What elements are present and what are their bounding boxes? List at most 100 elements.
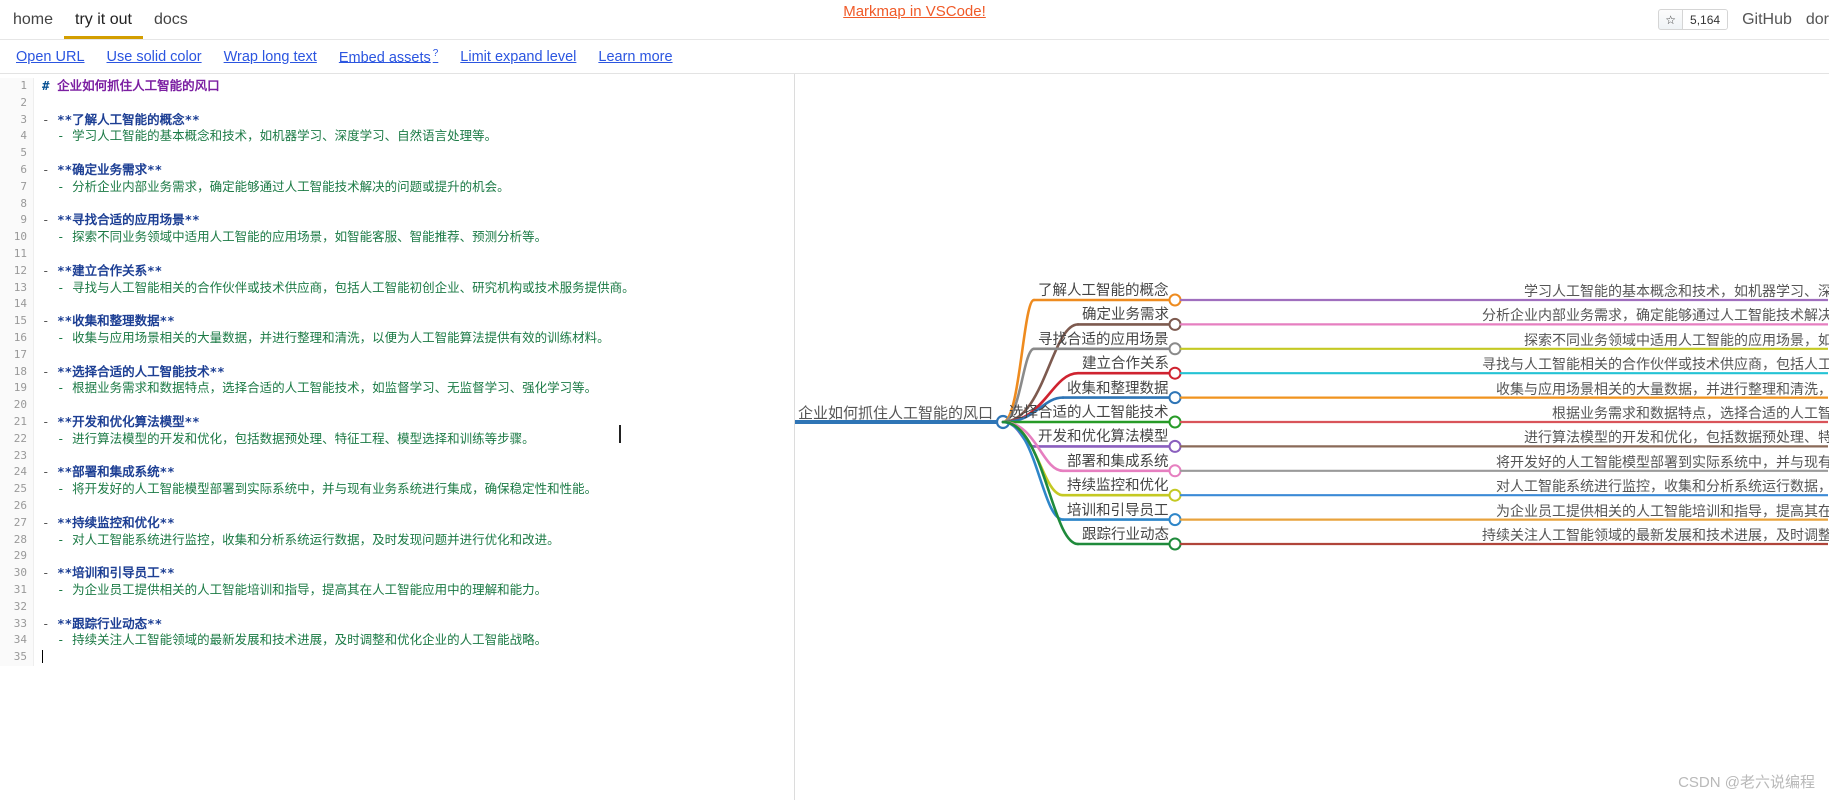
editor-line[interactable]: 9- **寻找合适的应用场景** xyxy=(0,212,794,230)
mindmap-node-level1[interactable]: 部署和集成系统 xyxy=(1067,455,1169,470)
nav-item-donate[interactable]: dor xyxy=(1806,11,1829,29)
mindmap-node-level1[interactable]: 持续监控和优化 xyxy=(1067,479,1169,494)
code-token: - xyxy=(42,161,58,177)
editor-line[interactable]: 20 xyxy=(0,397,794,414)
line-content xyxy=(34,448,794,465)
code-token: - 进行算法模型的开发和优化，包括数据预处理、特征工程、模型选择和训练等步骤。 xyxy=(42,430,535,446)
nav-item-github[interactable]: GitHub xyxy=(1742,11,1792,29)
line-number: 29 xyxy=(0,548,34,566)
nav-item-try-it-out[interactable]: try it out xyxy=(64,0,143,39)
editor-line[interactable]: 13 - 寻找与人工智能相关的合作伙伴或技术供应商，包括人工智能初创企业、研究机… xyxy=(0,279,794,297)
mindmap-preview[interactable]: 企业如何抓住人工智能的风口 了解人工智能的概念 学习人工智能的基本概念和技术，如机器… xyxy=(795,74,1829,800)
editor-line[interactable]: 15- **收集和整理数据** xyxy=(0,313,794,330)
editor-line[interactable]: 30- **培训和引导员工** xyxy=(0,565,794,582)
editor-line[interactable]: 35 xyxy=(0,649,794,666)
mindmap-node-level2[interactable]: 将开发好的人工智能模型部署到实际系统中，并与现有 xyxy=(1496,455,1829,469)
editor-line[interactable]: 28 - 对人工智能系统进行监控，收集和分析系统运行数据，及时发现问题并进行优化… xyxy=(0,531,794,549)
editor-line[interactable]: 27- **持续监控和优化** xyxy=(0,514,794,532)
editor-line[interactable]: 31 - 为企业员工提供相关的人工智能培训和指导，提高其在人工智能应用中的理解和… xyxy=(0,581,794,599)
code-token: **培训和引导员工** xyxy=(57,565,175,581)
editor-line[interactable]: 33- **跟踪行业动态** xyxy=(0,615,794,633)
editor-line[interactable]: 19 - 根据业务需求和数据特点，选择合适的人工智能技术，如监督学习、无监督学习… xyxy=(0,380,794,398)
editor-line[interactable]: 22 - 进行算法模型的开发和优化，包括数据预处理、特征工程、模型选择和训练等步… xyxy=(0,430,794,448)
line-number: 22 xyxy=(0,430,34,448)
open-url-button[interactable]: Open URL xyxy=(16,49,85,65)
embed-assets-button[interactable]: Embed assets? xyxy=(339,48,438,66)
editor-line[interactable]: 34 - 持续关注人工智能领域的最新发展和技术进展，及时调整和优化企业的人工智能… xyxy=(0,632,794,650)
mindmap-node-level1[interactable]: 开发和优化算法模型 xyxy=(1038,430,1169,445)
mindmap-node-level1[interactable]: 培训和引导员工 xyxy=(1067,504,1169,519)
editor-line[interactable]: 25 - 将开发好的人工智能模型部署到实际系统中，并与现有业务系统进行集成，确保… xyxy=(0,481,794,498)
mindmap-node-level2[interactable]: 寻找与人工智能相关的合作伙伴或技术供应商，包括人工 xyxy=(1482,357,1829,371)
code-token: - xyxy=(42,514,58,530)
wrap-long-text-button[interactable]: Wrap long text xyxy=(224,49,317,65)
editor-line[interactable]: 5 xyxy=(0,145,794,162)
mindmap-node-level2[interactable]: 进行算法模型的开发和优化，包括数据预处理、特 xyxy=(1524,430,1829,444)
mindmap-node-level2[interactable]: 探索不同业务领域中适用人工智能的应用场景，如 xyxy=(1524,333,1829,347)
mindmap-root-label[interactable]: 企业如何抓住人工智能的风口 xyxy=(798,406,993,421)
limit-expand-level-button[interactable]: Limit expand level xyxy=(460,49,576,65)
top-navigation-bar: home try it out docs Markmap in VSCode! … xyxy=(0,0,1829,40)
use-solid-color-button[interactable]: Use solid color xyxy=(107,49,202,65)
line-content xyxy=(34,95,794,112)
line-content xyxy=(34,548,794,565)
mindmap-node-level1[interactable]: 寻找合适的应用场景 xyxy=(1038,333,1169,348)
mindmap-node-level1[interactable]: 建立合作关系 xyxy=(1082,357,1169,372)
markmap-vscode-link[interactable]: Markmap in VSCode! xyxy=(843,3,986,20)
learn-more-link[interactable]: Learn more xyxy=(598,49,672,65)
github-star-badge[interactable]: ☆ 5,164 xyxy=(1658,9,1729,30)
editor-line[interactable]: 10 - 探索不同业务领域中适用人工智能的应用场景，如智能客服、智能推荐、预测分… xyxy=(0,229,794,246)
mindmap-node-level2[interactable]: 持续关注人工智能领域的最新发展和技术进展，及时调整 xyxy=(1482,528,1829,542)
editor-line[interactable]: 17 xyxy=(0,346,794,364)
code-token: - xyxy=(42,262,58,278)
editor-line[interactable]: 6- **确定业务需求** xyxy=(0,161,794,179)
line-number: 5 xyxy=(0,145,34,162)
editor-line[interactable]: 4 - 学习人工智能的基本概念和技术，如机器学习、深度学习、自然语言处理等。 xyxy=(0,128,794,146)
editor-line[interactable]: 14 xyxy=(0,296,794,314)
editor-line[interactable]: 2 xyxy=(0,94,794,112)
editor-line[interactable]: 24- **部署和集成系统** xyxy=(0,464,794,482)
editor-line[interactable]: 32 xyxy=(0,598,794,616)
line-content: - **选择合适的人工智能技术** xyxy=(34,364,794,381)
mindmap-node-level1[interactable]: 跟踪行业动态 xyxy=(1082,528,1169,543)
editor-line[interactable]: 29 xyxy=(0,548,794,566)
editor-line[interactable]: 8 xyxy=(0,195,794,213)
line-number: 11 xyxy=(0,245,34,263)
line-number: 2 xyxy=(0,94,34,112)
mindmap-node-level2[interactable]: 对人工智能系统进行监控，收集和分析系统运行数据， xyxy=(1496,479,1829,493)
help-icon[interactable]: ? xyxy=(433,48,439,59)
mindmap-node-level1[interactable]: 确定业务需求 xyxy=(1082,308,1169,323)
line-content: - 对人工智能系统进行监控，收集和分析系统运行数据，及时发现问题并进行优化和改进… xyxy=(34,532,794,549)
editor-line[interactable]: 21- **开发和优化算法模型** xyxy=(0,413,794,431)
editor-line[interactable]: 12- **建立合作关系** xyxy=(0,262,794,280)
code-token: - xyxy=(42,313,58,329)
mindmap-node-level1[interactable]: 了解人工智能的概念 xyxy=(1038,284,1169,299)
nav-item-docs[interactable]: docs xyxy=(143,0,199,39)
line-number: 1 xyxy=(0,78,34,95)
mindmap-node-level2[interactable]: 根据业务需求和数据特点，选择合适的人工智 xyxy=(1552,406,1829,420)
mindmap-node-level2[interactable]: 收集与应用场景相关的大量数据，并进行整理和清洗， xyxy=(1496,382,1829,396)
code-token: # xyxy=(42,78,58,93)
line-content xyxy=(34,296,794,313)
editor-line[interactable]: 3- **了解人工智能的概念** xyxy=(0,111,794,129)
markdown-editor[interactable]: 1 # 企业如何抓住人工智能的风口 2 3- **了解人工智能的概念** 4 - 学习人… xyxy=(0,74,795,800)
mindmap-node-level2[interactable]: 为企业员工提供相关的人工智能培训和指导，提高其在 xyxy=(1496,504,1829,518)
editor-line[interactable]: 26 xyxy=(0,497,794,515)
editor-line[interactable]: 11 xyxy=(0,245,794,263)
editor-line[interactable]: 1 # 企业如何抓住人工智能的风口 xyxy=(0,78,794,95)
editor-line[interactable]: 7 - 分析企业内部业务需求，确定能够通过人工智能技术解决的问题或提升的机会。 xyxy=(0,178,794,196)
line-content: - 寻找与人工智能相关的合作伙伴或技术供应商，包括人工智能初创企业、研究机构或技… xyxy=(34,280,794,297)
line-content xyxy=(34,347,794,364)
promo-banner: Markmap in VSCode! xyxy=(0,3,1829,21)
line-content: - **确定业务需求** xyxy=(34,162,794,179)
line-number: 17 xyxy=(0,346,34,364)
editor-line[interactable]: 23 xyxy=(0,447,794,465)
line-number: 32 xyxy=(0,598,34,616)
mindmap-node-level1[interactable]: 选择合适的人工智能技术 xyxy=(1009,406,1169,421)
nav-item-home[interactable]: home xyxy=(2,0,64,39)
mindmap-node-level2[interactable]: 学习人工智能的基本概念和技术，如机器学习、深 xyxy=(1524,284,1829,298)
mindmap-node-level2[interactable]: 分析企业内部业务需求，确定能够通过人工智能技术解决 xyxy=(1482,308,1829,322)
mindmap-node-level1[interactable]: 收集和整理数据 xyxy=(1067,382,1169,397)
editor-line[interactable]: 16 - 收集与应用场景相关的大量数据，并进行整理和清洗，以便为人工智能算法提供… xyxy=(0,329,794,347)
editor-line[interactable]: 18- **选择合适的人工智能技术** xyxy=(0,363,794,381)
